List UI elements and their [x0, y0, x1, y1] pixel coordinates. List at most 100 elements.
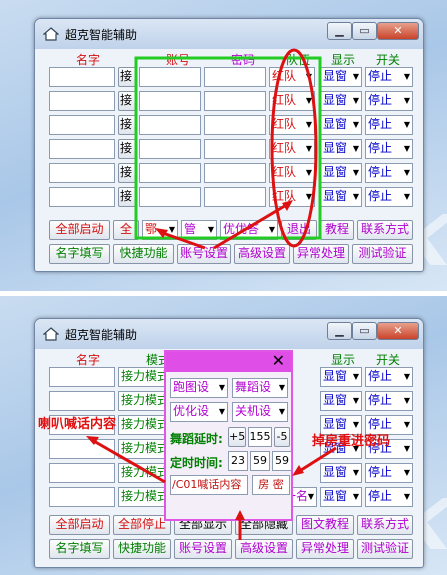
dance-delay-input[interactable]: 155: [248, 427, 272, 447]
room-password-input[interactable]: 房 密: [252, 475, 290, 495]
row-button[interactable]: 接: [118, 67, 136, 87]
minimize-button[interactable]: ▁: [327, 22, 352, 40]
plus-five-button[interactable]: +5: [228, 427, 246, 447]
name-input[interactable]: [49, 463, 115, 483]
shutdown-settings-dropdown[interactable]: 关机设: [232, 402, 288, 422]
popup-header[interactable]: ✕: [166, 351, 291, 372]
switch-dropdown[interactable]: 停止: [365, 187, 413, 207]
test-verify-button-2[interactable]: 测试验证: [357, 539, 413, 559]
maximize-button[interactable]: ▭: [352, 22, 377, 40]
tutorial-button[interactable]: 教程: [320, 220, 354, 240]
name-input[interactable]: [49, 115, 115, 135]
start-all-button-2[interactable]: 全部启动: [49, 515, 110, 535]
start-all-button[interactable]: 全部启动: [49, 220, 110, 240]
exception-handling-button[interactable]: 异常处理: [293, 244, 349, 264]
display-dropdown[interactable]: 显窗: [320, 367, 362, 387]
switch-dropdown[interactable]: 停止: [365, 115, 413, 135]
row-button[interactable]: 接: [118, 115, 136, 135]
display-dropdown[interactable]: 显窗: [320, 187, 362, 207]
display-dropdown[interactable]: 显窗: [320, 139, 362, 159]
title-bar-2[interactable]: 超克智能辅助 ▁ ▭ ✕: [35, 319, 423, 349]
name-input[interactable]: [49, 187, 115, 207]
name-input[interactable]: [49, 391, 115, 411]
shortcut-button-2[interactable]: 快捷功能: [113, 539, 171, 559]
switch-dropdown[interactable]: 停止: [365, 67, 413, 87]
shortcut-button[interactable]: 快捷功能: [113, 244, 174, 264]
contact-button[interactable]: 联系方式: [357, 220, 413, 240]
name-input[interactable]: [49, 91, 115, 111]
timer-minute-input[interactable]: 59: [250, 451, 270, 471]
contact-button-2[interactable]: 联系方式: [357, 515, 413, 535]
team-dropdown[interactable]: 红队: [269, 187, 315, 207]
account-settings-button-2[interactable]: 账号设置: [174, 539, 232, 559]
advanced-settings-button[interactable]: 高级设置: [234, 244, 290, 264]
account-input[interactable]: [139, 67, 201, 87]
name-fill-button[interactable]: 名字填写: [49, 244, 110, 264]
team-dropdown[interactable]: 红队: [269, 163, 315, 183]
stop-all-button-partial[interactable]: 全: [113, 220, 139, 240]
stop-all-button[interactable]: 全部停止: [113, 515, 171, 535]
account-settings-button[interactable]: 账号设置: [177, 244, 231, 264]
display-dropdown[interactable]: 显窗: [320, 487, 362, 507]
password-input[interactable]: [204, 115, 266, 135]
display-dropdown[interactable]: 显窗: [320, 391, 362, 411]
switch-dropdown[interactable]: 停止: [365, 367, 413, 387]
row-button[interactable]: 接: [118, 139, 136, 159]
switch-dropdown[interactable]: 停止: [365, 463, 413, 483]
display-dropdown[interactable]: 显窗: [320, 91, 362, 111]
team-dropdown[interactable]: 红队: [269, 115, 315, 135]
switch-dropdown[interactable]: 停止: [365, 91, 413, 111]
name-input[interactable]: [49, 163, 115, 183]
account-input[interactable]: [139, 163, 201, 183]
row-button[interactable]: 接: [118, 163, 136, 183]
row-button[interactable]: 接: [118, 187, 136, 207]
account-input[interactable]: [139, 91, 201, 111]
switch-dropdown[interactable]: 停止: [365, 391, 413, 411]
popup-close-icon[interactable]: ✕: [272, 351, 285, 370]
password-input[interactable]: [204, 67, 266, 87]
display-dropdown[interactable]: 显窗: [320, 163, 362, 183]
account-input[interactable]: [139, 139, 201, 159]
account-input[interactable]: [139, 115, 201, 135]
switch-dropdown[interactable]: 停止: [365, 487, 413, 507]
timer-second-input[interactable]: 59: [272, 451, 292, 471]
close-button-2[interactable]: ✕: [377, 322, 419, 340]
password-input[interactable]: [204, 187, 266, 207]
shout-content-input[interactable]: /C01喊话内容: [170, 475, 248, 495]
minimize-button-2[interactable]: ▁: [327, 322, 352, 340]
exit-button[interactable]: 退出: [281, 220, 317, 240]
team-dropdown[interactable]: 红队: [269, 139, 315, 159]
password-input[interactable]: [204, 163, 266, 183]
province-dropdown[interactable]: 鄂: [142, 220, 178, 240]
row-button[interactable]: 接: [118, 91, 136, 111]
name-input[interactable]: [49, 67, 115, 87]
illustrated-tutorial-button[interactable]: 图文教程: [296, 515, 354, 535]
password-input[interactable]: [204, 139, 266, 159]
captcha-dropdown[interactable]: 优优答: [220, 220, 278, 240]
route-settings-dropdown[interactable]: 跑图设: [170, 378, 228, 398]
name-input[interactable]: [49, 367, 115, 387]
account-input[interactable]: [139, 187, 201, 207]
timer-hour-input[interactable]: 23: [228, 451, 248, 471]
maximize-button-2[interactable]: ▭: [352, 322, 377, 340]
title-bar[interactable]: 超克智能辅助 ▁ ▭ ✕: [35, 19, 423, 49]
close-button[interactable]: ✕: [377, 22, 419, 40]
name-fill-button-2[interactable]: 名字填写: [49, 539, 110, 559]
minus-five-button[interactable]: -5: [274, 427, 290, 447]
advanced-settings-button-2[interactable]: 高级设置: [235, 539, 293, 559]
switch-dropdown[interactable]: 停止: [365, 163, 413, 183]
display-dropdown[interactable]: 显窗: [320, 67, 362, 87]
manager-dropdown[interactable]: 管: [181, 220, 217, 240]
team-dropdown[interactable]: 红队: [269, 91, 315, 111]
test-verify-button[interactable]: 测试验证: [352, 244, 413, 264]
team-dropdown[interactable]: 红队: [269, 67, 315, 87]
dance-settings-dropdown[interactable]: 舞蹈设: [232, 378, 288, 398]
display-dropdown[interactable]: 显窗: [320, 463, 362, 483]
name-input[interactable]: [49, 487, 115, 507]
name-input[interactable]: [49, 139, 115, 159]
display-dropdown[interactable]: 显窗: [320, 115, 362, 135]
optimize-settings-dropdown[interactable]: 优化设: [170, 402, 228, 422]
password-input[interactable]: [204, 91, 266, 111]
exception-handling-button-2[interactable]: 异常处理: [296, 539, 354, 559]
switch-dropdown[interactable]: 停止: [365, 139, 413, 159]
